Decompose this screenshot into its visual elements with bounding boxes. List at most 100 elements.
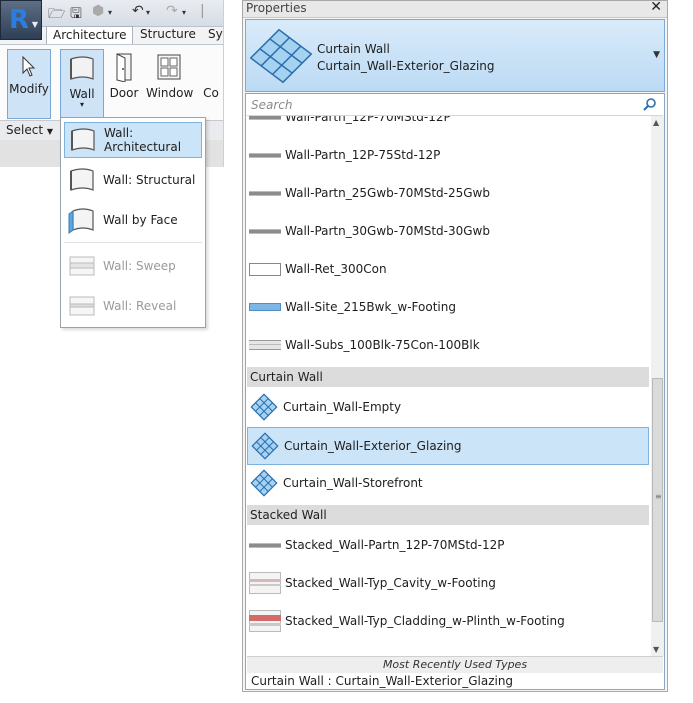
list-item[interactable]: Stacked_Wall-Partn_12P-70MStd-12P	[247, 526, 649, 564]
chevron-down-icon[interactable]: ▾	[182, 8, 186, 17]
menu-item-label: Wall: Structural	[103, 173, 196, 187]
list-item[interactable]: Wall-Partn_25Gwb-70MStd-25Gwb	[247, 174, 649, 212]
list-item[interactable]: Stacked_Wall-Typ_Cavity_w-Footing	[247, 564, 649, 602]
group-header-curtain-wall: Curtain Wall	[247, 367, 649, 387]
stacked-wall-swatch	[249, 608, 281, 634]
wall-sweep-icon	[69, 256, 95, 276]
list-item[interactable]: Wall-Ret_300Con	[247, 250, 649, 288]
revit-logo-icon: R	[9, 5, 30, 35]
menu-item-wall-architectural[interactable]: Wall: Architectural	[64, 122, 202, 158]
wall-by-face-icon	[68, 208, 94, 234]
modify-button[interactable]: Modify	[7, 49, 51, 119]
tab-systems[interactable]: Sy	[202, 26, 229, 44]
list-item[interactable]: Wall-Subs_100Blk-75Con-100Blk	[247, 326, 649, 364]
cursor-arrow-icon	[22, 56, 36, 77]
properties-title: Properties	[246, 1, 307, 15]
type-label: Stacked_Wall-Partn_12P-70MStd-12P	[285, 538, 505, 552]
menu-item-wall-reveal: Wall: Reveal	[64, 288, 202, 324]
structural-wall-icon	[70, 168, 94, 191]
component-icon	[200, 49, 222, 86]
redo-icon[interactable]: ↷	[166, 3, 178, 19]
list-item[interactable]: Wall-Partn_12P-75Std-12P	[247, 136, 649, 174]
recent-type-item[interactable]: Curtain Wall : Curtain_Wall-Exterior_Gla…	[247, 672, 663, 690]
separator: |	[200, 3, 205, 19]
scroll-up-icon[interactable]: ▲	[653, 118, 659, 127]
wall-type-swatch	[249, 224, 281, 238]
open-icon[interactable]: 🗁	[48, 3, 65, 27]
application-menu-button[interactable]: R ▼	[0, 0, 42, 40]
scrollbar-thumb[interactable]: ≡	[652, 378, 663, 622]
type-selector[interactable]: Curtain Wall Curtain_Wall-Exterior_Glazi…	[245, 19, 665, 92]
list-item-selected[interactable]: Curtain_Wall-Exterior_Glazing	[247, 427, 649, 465]
ribbon-tabs: Architecture Structure Sy	[42, 26, 223, 45]
stacked-wall-swatch	[249, 570, 281, 596]
wall-type-swatch	[249, 538, 281, 552]
window-icon	[157, 54, 181, 80]
chevron-down-icon[interactable]: ▾	[108, 8, 112, 17]
group-header-stacked-wall: Stacked Wall	[247, 505, 649, 525]
select-label: Select	[6, 123, 44, 137]
wall-type-swatch	[249, 338, 281, 352]
type-label: Wall-Ret_300Con	[285, 262, 387, 276]
type-search-box[interactable]: Search	[247, 95, 663, 116]
save-icon[interactable]: 🖫	[70, 3, 82, 27]
type-label: Curtain_Wall-Empty	[283, 400, 402, 414]
properties-palette: Properties ✕ Curtain Wall Curtain_Wall-E…	[242, 0, 668, 692]
tab-architecture[interactable]: Architecture	[46, 26, 134, 45]
sync-icon[interactable]: ⬢	[92, 3, 104, 19]
type-label: Stacked_Wall-Typ_Cavity_w-Footing	[285, 576, 496, 590]
type-family-name: Curtain Wall	[317, 42, 390, 56]
chevron-down-icon: ▾	[79, 100, 84, 109]
menu-item-wall-structural[interactable]: Wall: Structural	[64, 162, 202, 198]
type-label: Stacked_Wall-Typ_Cladding_w-Plinth_w-Foo…	[285, 614, 565, 628]
menu-item-wall-sweep: Wall: Sweep	[64, 248, 202, 284]
undo-icon[interactable]: ↶	[132, 3, 144, 19]
menu-item-wall-by-face[interactable]: Wall by Face	[64, 202, 202, 238]
scroll-down-icon[interactable]: ▼	[653, 645, 659, 654]
type-label: Wall-Partn_12P-75Std-12P	[285, 148, 441, 162]
chevron-down-icon[interactable]: ▾	[146, 8, 150, 17]
curtain-wall-icon	[251, 432, 279, 460]
tab-structure[interactable]: Structure	[134, 26, 202, 44]
properties-title-bar: Properties ✕	[243, 0, 667, 18]
search-placeholder: Search	[251, 98, 293, 112]
list-item[interactable]: Stacked_Wall-Typ_Cladding_w-Plinth_w-Foo…	[247, 602, 649, 640]
wall-type-swatch	[249, 262, 281, 276]
list-item[interactable]: Wall-Partn_30Gwb-70MStd-30Gwb	[247, 212, 649, 250]
modify-label: Modify	[9, 82, 49, 96]
component-label: Co	[203, 86, 219, 100]
wall-reveal-icon	[69, 296, 95, 316]
menu-item-label: Wall: Architectural	[104, 126, 182, 154]
list-item[interactable]: Curtain_Wall-Storefront	[247, 464, 649, 502]
wall-type-swatch	[249, 116, 281, 124]
door-icon	[116, 53, 132, 82]
chevron-down-icon: ▼	[31, 20, 38, 29]
curtain-wall-icon	[250, 469, 278, 497]
wall-type-swatch	[249, 148, 281, 162]
door-button[interactable]: Door	[108, 49, 140, 100]
type-label: Curtain_Wall-Storefront	[283, 476, 423, 490]
type-list-scrollbar[interactable]: ▲ ≡ ▼	[651, 116, 664, 656]
window-button[interactable]: Window	[146, 49, 194, 100]
type-label: Wall-Partn_30Gwb-70MStd-30Gwb	[285, 224, 490, 238]
quick-access-toolbar: 🗁 🖫 ⬢ ▾ ↶ ▾ ↷ ▾ |	[42, 0, 223, 27]
window-label: Window	[146, 86, 194, 100]
type-label: Curtain_Wall-Exterior_Glazing	[284, 439, 462, 453]
type-label: Wall-Site_215Bwk_w-Footing	[285, 300, 456, 314]
wall-button[interactable]: Wall ▾	[60, 49, 104, 121]
list-item[interactable]: Wall-Site_215Bwk_w-Footing	[247, 288, 649, 326]
component-button[interactable]: Co	[200, 49, 222, 100]
type-label: Wall-Partn_12P-70MStd-12P	[285, 116, 451, 124]
type-label: Wall-Partn_25Gwb-70MStd-25Gwb	[285, 186, 490, 200]
search-icon	[643, 98, 656, 111]
close-icon[interactable]: ✕	[650, 0, 662, 15]
curtain-wall-icon	[250, 28, 312, 84]
grip-icon: ≡	[655, 492, 662, 501]
type-list: Wall-Partn_12P-70MStd-12P Wall-Partn_12P…	[247, 116, 649, 656]
menu-separator	[64, 242, 202, 243]
select-dropdown[interactable]: Select ▼	[6, 123, 53, 137]
wall-dropdown-menu: Wall: Architectural Wall: Structural Wal…	[60, 117, 206, 328]
list-item[interactable]: Curtain_Wall-Empty	[247, 388, 649, 426]
list-item[interactable]: Wall-Partn_12P-70MStd-12P	[247, 116, 649, 136]
architectural-wall-icon	[71, 128, 95, 151]
